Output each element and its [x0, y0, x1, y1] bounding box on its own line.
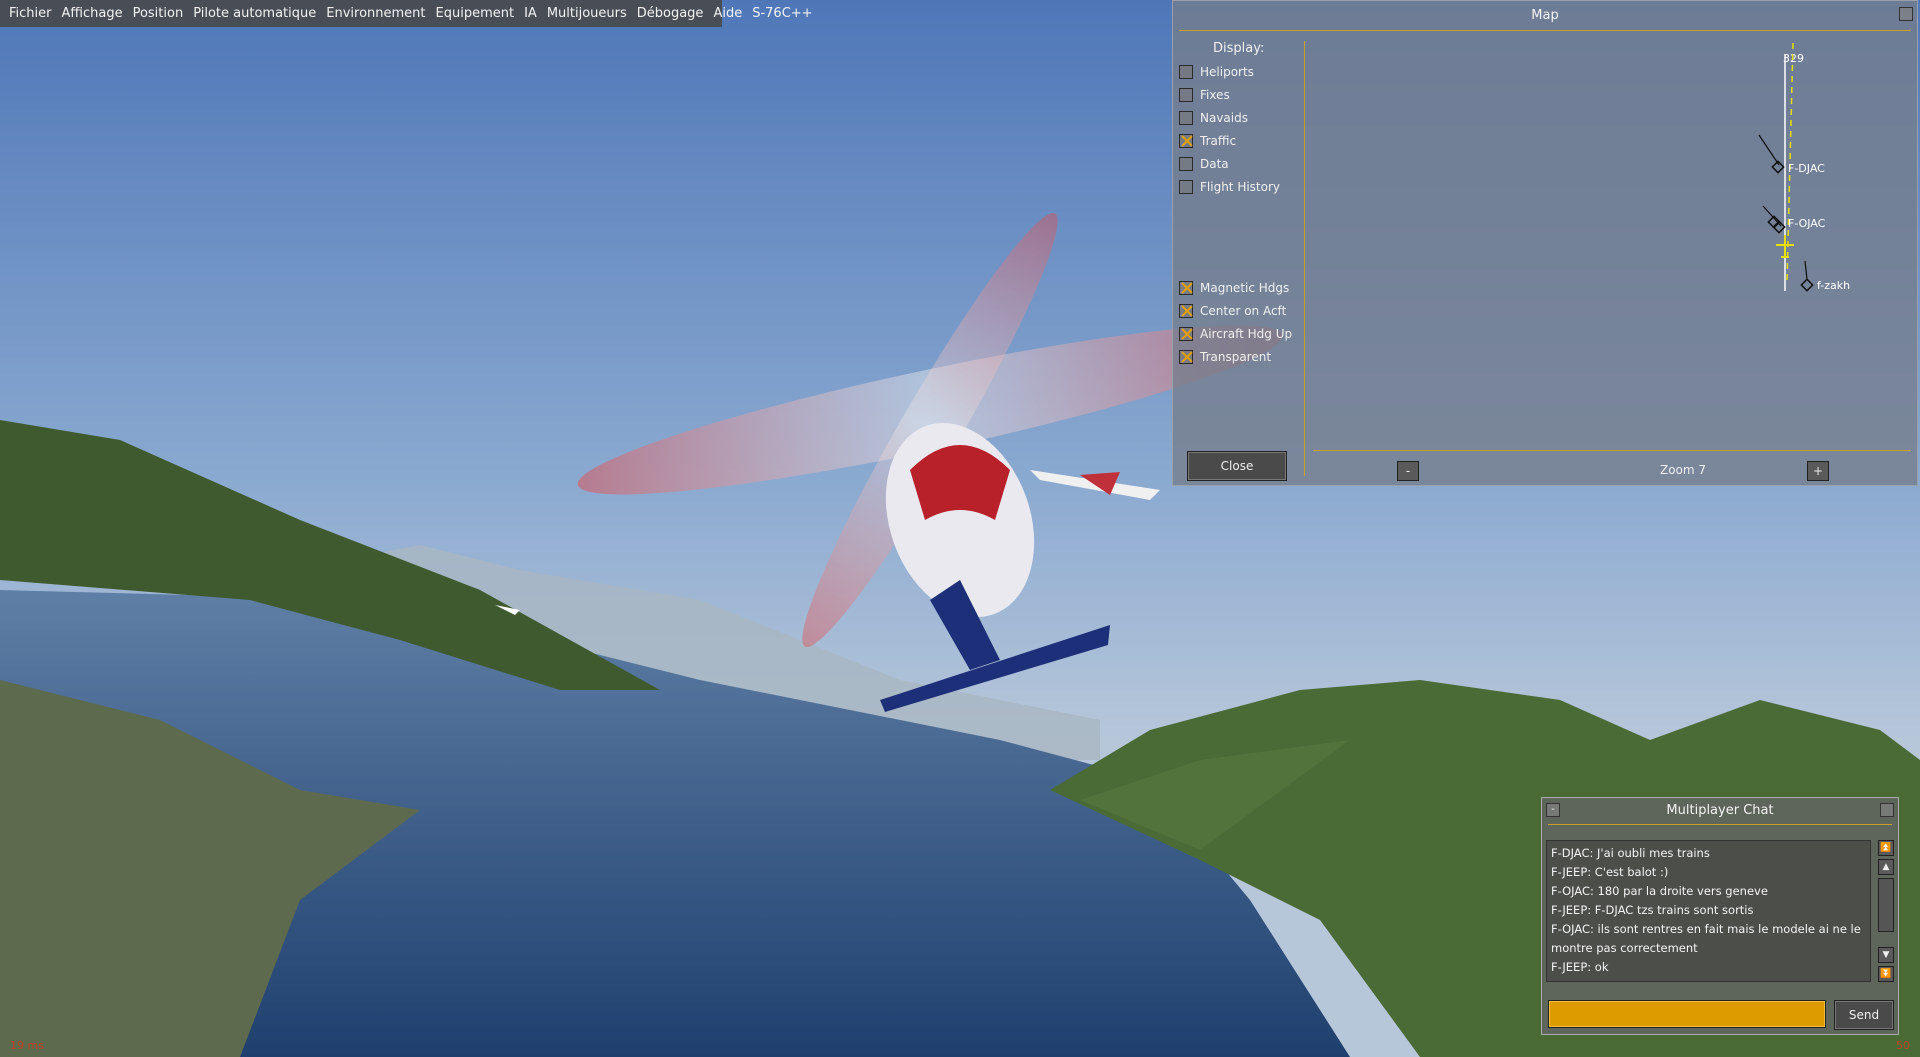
menu-bar: Fichier Affichage Position Pilote automa… [0, 0, 813, 27]
divider [1313, 450, 1911, 451]
menu-equipement[interactable]: Equipement [431, 6, 520, 21]
option-label: Center on Acft [1200, 304, 1287, 318]
option-data[interactable]: Data [1179, 157, 1229, 171]
chat-message: F-JEEP: C'est balot :) [1551, 865, 1669, 879]
scroll-bottom-icon[interactable]: ⏬ [1878, 966, 1894, 982]
fps-readout: 50 [1896, 1039, 1910, 1052]
chat-message: F-JEEP: ok [1551, 960, 1609, 974]
menu-multijoueurs[interactable]: Multijoueurs [542, 6, 632, 21]
checkbox-icon[interactable] [1179, 88, 1193, 102]
checkbox-checked-icon[interactable] [1179, 304, 1193, 318]
map-title[interactable]: Map [1173, 1, 1917, 31]
option-label: Magnetic Hdgs [1200, 281, 1290, 295]
option-label: Flight History [1200, 180, 1281, 194]
multiplayer-chat-window: - Multiplayer Chat F-DJAC: J'ai oubli me… [1541, 797, 1899, 1035]
option-traffic[interactable]: Traffic [1179, 134, 1236, 148]
scroll-top-icon[interactable]: ⏫ [1878, 840, 1894, 856]
display-label: Display: [1213, 41, 1265, 56]
map-canvas[interactable]: 329 F-DJAC F-OJAC f-zakh [1305, 31, 1917, 449]
option-label: Navaids [1200, 111, 1248, 125]
option-transparent[interactable]: Transparent [1179, 350, 1271, 364]
send-button[interactable]: Send [1834, 1000, 1894, 1030]
option-center-on-acft[interactable]: Center on Acft [1179, 304, 1286, 318]
scroll-down-icon[interactable]: ▼ [1878, 947, 1894, 963]
traffic-marker[interactable]: F-OJAC [1762, 205, 1826, 234]
close-button[interactable]: Close [1187, 451, 1287, 481]
checkbox-checked-icon[interactable] [1179, 281, 1193, 295]
chat-input[interactable] [1548, 1000, 1826, 1028]
menu-environnement[interactable]: Environnement [321, 6, 430, 21]
option-magnetic-hdgs[interactable]: Magnetic Hdgs [1179, 281, 1289, 295]
option-flight-history[interactable]: Flight History [1179, 180, 1280, 194]
zoom-out-button[interactable]: - [1397, 461, 1419, 481]
map-window: Map Display: Heliports Fixes Navaids Tra… [1172, 0, 1918, 486]
chat-title[interactable]: Multiplayer Chat [1542, 798, 1898, 824]
checkbox-checked-icon[interactable] [1179, 350, 1193, 364]
option-label: Traffic [1200, 134, 1237, 148]
chat-message: F-JEEP: F-DJAC tzs trains sont sortis [1551, 903, 1754, 917]
option-fixes[interactable]: Fixes [1179, 88, 1230, 102]
chat-log[interactable]: F-DJAC: J'ai oubli mes trains F-JEEP: C'… [1546, 840, 1871, 982]
traffic-label: F-OJAC [1788, 217, 1826, 230]
zoom-in-button[interactable]: + [1807, 461, 1829, 481]
menu-aircraft[interactable]: S-76C++ [747, 6, 817, 21]
own-aircraft-icon [1776, 235, 1794, 258]
menu-fichier[interactable]: Fichier [4, 6, 57, 21]
chat-message: F-OJAC: 180 par la droite vers geneve [1551, 884, 1768, 898]
option-aircraft-hdg-up[interactable]: Aircraft Hdg Up [1179, 327, 1292, 341]
option-label: Heliports [1200, 65, 1254, 79]
menu-aide[interactable]: Aide [708, 6, 747, 21]
checkbox-icon[interactable] [1179, 111, 1193, 125]
option-label: Transparent [1200, 350, 1272, 364]
checkbox-icon[interactable] [1179, 157, 1193, 171]
menu-pilote-automatique[interactable]: Pilote automatique [188, 6, 321, 21]
title-divider [1548, 824, 1892, 825]
chat-message: F-OJAC: ils sont rentres en fait mais le… [1551, 922, 1861, 955]
scroll-thumb[interactable] [1878, 878, 1894, 932]
option-label: Data [1200, 157, 1229, 171]
menu-debogage[interactable]: Débogage [632, 6, 709, 21]
option-heliports[interactable]: Heliports [1179, 65, 1254, 79]
traffic-label: f-zakh [1817, 279, 1850, 292]
chat-scrollbar[interactable]: ⏫ ▲ ▼ ⏬ [1878, 840, 1894, 982]
traffic-marker[interactable]: F-DJAC [1758, 134, 1825, 175]
traffic-marker[interactable]: f-zakh [1800, 260, 1850, 292]
checkbox-checked-icon[interactable] [1179, 134, 1193, 148]
frame-time-readout: 19 ms [10, 1039, 44, 1052]
maximize-icon[interactable] [1899, 7, 1913, 21]
menu-position[interactable]: Position [128, 6, 189, 21]
maximize-icon[interactable] [1880, 803, 1894, 817]
scroll-up-icon[interactable]: ▲ [1878, 859, 1894, 875]
zoom-level: Zoom 7 [1659, 463, 1707, 477]
option-label: Aircraft Hdg Up [1200, 327, 1293, 341]
checkbox-checked-icon[interactable] [1179, 327, 1193, 341]
checkbox-icon[interactable] [1179, 180, 1193, 194]
menu-affichage[interactable]: Affichage [57, 6, 128, 21]
checkbox-icon[interactable] [1179, 65, 1193, 79]
heading-readout: 329 [1783, 52, 1804, 65]
menu-ia[interactable]: IA [519, 6, 542, 21]
chat-message: F-DJAC: J'ai oubli mes trains [1551, 846, 1710, 860]
traffic-label: F-DJAC [1788, 162, 1825, 175]
option-label: Fixes [1200, 88, 1230, 102]
option-navaids[interactable]: Navaids [1179, 111, 1248, 125]
